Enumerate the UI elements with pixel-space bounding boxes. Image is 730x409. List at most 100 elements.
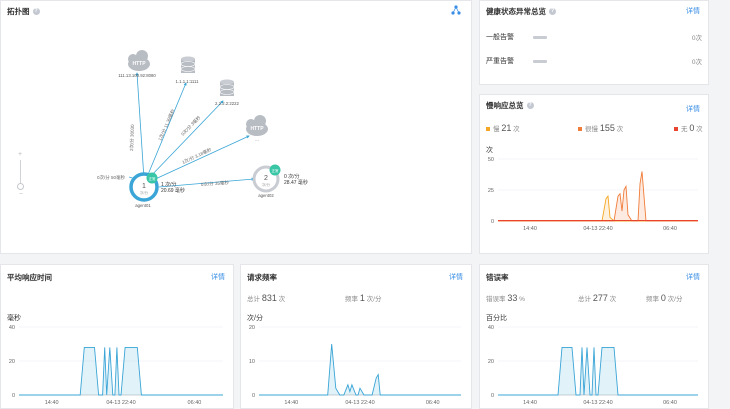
err-chart[interactable]: 40 20 0 14:40 04-13 22:40 06:40 xyxy=(482,323,704,409)
agent-node[interactable]: 2 次/分 正常 xyxy=(252,164,281,193)
edge-label: 1次/分 3.18毫秒 xyxy=(181,146,213,166)
health-row-value: 0次 xyxy=(691,35,702,42)
agent-time: 20.69 毫秒 xyxy=(161,187,185,194)
slow-legend-item[interactable]: 慢 21 次 xyxy=(486,123,520,133)
legend-swatch xyxy=(674,127,678,132)
legend-name: 慢 xyxy=(493,126,500,133)
legend-unit: 次 xyxy=(696,126,703,133)
x-tick-label: 06:40 xyxy=(663,226,677,232)
y-tick-label: 0 xyxy=(491,219,494,225)
x-tick-label: 06:40 xyxy=(663,400,677,406)
edge-label: 2次/分 30030 xyxy=(128,124,136,151)
series-area xyxy=(498,171,698,221)
edge-label: 1次/分 11.39毫秒 xyxy=(156,108,176,142)
database-icon[interactable] xyxy=(180,56,196,74)
err-rate: 错误率 33 % xyxy=(486,293,525,303)
err-freq-value: 0 xyxy=(660,293,666,303)
err-freq-label: 频率 xyxy=(646,296,659,303)
health-title-wrap: 健康状态异常总览 ? xyxy=(486,6,556,17)
series-line xyxy=(498,171,698,222)
req-detail-link[interactable]: 详情 xyxy=(449,272,463,282)
slow-legend-item[interactable]: 很慢 155 次 xyxy=(578,123,623,133)
series-line xyxy=(498,346,698,396)
slow-chart[interactable]: 50 25 0 14:40 04-13 22:40 06:40 xyxy=(482,155,704,235)
edge-line xyxy=(135,72,145,180)
agent-node[interactable]: 1 次/分 正常 xyxy=(129,172,159,202)
legend-value: 21 xyxy=(501,123,512,133)
req-rate-label: 频率 xyxy=(345,296,358,303)
health-row-value: 0次 xyxy=(691,59,702,66)
y-tick-label: 0 xyxy=(12,393,15,399)
topology-graph: 2次/分 30030 1次/分 11.39毫秒 0次/分 3毫秒 1次/分 3.… xyxy=(97,50,308,208)
avg-chart[interactable]: 40 20 0 14:40 04-13 22:40 06:40 xyxy=(3,323,229,409)
err-title: 错误率 xyxy=(486,273,509,282)
edge-label: 0次/分 35毫秒 xyxy=(201,179,230,188)
x-tick-label: 04-13 22:40 xyxy=(583,226,612,232)
x-tick-label: 04-13 22:40 xyxy=(345,400,374,406)
node-label: HTTP xyxy=(250,126,264,132)
slow-legend-item[interactable]: 无 0 次 xyxy=(674,123,703,133)
err-card: 错误率 详情 错误率 33 % 总计 277 次 频率 0 次/分 百分比 40… xyxy=(479,264,709,409)
series-line xyxy=(498,195,698,222)
agent-status-badge: 正常 xyxy=(149,176,156,181)
y-tick-label: 10 xyxy=(249,359,255,365)
series-area xyxy=(498,347,698,395)
legend-swatch xyxy=(578,127,582,132)
legend-name: 无 xyxy=(681,126,688,133)
req-chart[interactable]: 20 10 0 14:40 04-13 22:40 06:40 xyxy=(243,323,467,409)
node-address: ... xyxy=(255,137,259,142)
series-line xyxy=(259,343,461,396)
y-tick-label: 20 xyxy=(249,325,255,331)
node-label: HTTP xyxy=(132,61,146,67)
y-tick-label: 20 xyxy=(488,359,494,365)
series-line xyxy=(19,346,223,396)
topology-card: 拓扑图 ? + − 2次/分 30030 1次/分 11.39毫秒 0次/分 3… xyxy=(0,0,472,254)
req-rate-value: 1 xyxy=(359,293,365,303)
y-axis-unit: 毫秒 xyxy=(7,315,21,322)
req-total-value: 831 xyxy=(261,293,277,303)
http-cloud-icon[interactable]: HTTP xyxy=(128,50,150,71)
edge-label: 0次/分 50毫秒 xyxy=(97,174,126,181)
slow-card: 慢响应总览 ? 详情 慢 21 次 很慢 155 次 无 0 次 次 50 25 0… xyxy=(479,94,709,254)
agent-name: agent01 xyxy=(135,203,151,208)
x-tick-label: 14:40 xyxy=(45,400,59,406)
node-address: 1.1.1.1:1111 xyxy=(176,79,200,84)
agent-calls: 0 次/分 xyxy=(284,173,300,180)
req-card: 请求频率 详情 总计 831 次 频率 1 次/分 次/分 20 10 0 14:40… xyxy=(240,264,472,409)
err-rate-unit: % xyxy=(519,296,525,303)
err-rate-label: 错误率 xyxy=(486,296,506,303)
req-rate: 频率 1 次/分 xyxy=(345,293,381,303)
agent-unit: 次/分 xyxy=(262,182,270,187)
y-tick-label: 25 xyxy=(488,188,494,194)
err-total-label: 总计 xyxy=(578,296,591,303)
health-row-bar xyxy=(533,36,547,39)
legend-value: 0 xyxy=(689,123,695,133)
y-tick-label: 20 xyxy=(9,359,15,365)
x-tick-label: 04-13 22:40 xyxy=(106,400,135,406)
http-cloud-icon[interactable]: HTTP xyxy=(246,115,268,136)
req-title: 请求频率 xyxy=(247,273,277,282)
req-total: 总计 831 次 xyxy=(247,293,285,303)
slow-detail-link[interactable]: 详情 xyxy=(686,104,700,114)
req-total-unit: 次 xyxy=(278,296,286,303)
node-address: 2.2.2.2:2222 xyxy=(215,101,240,106)
health-row: 一般告警 0次 xyxy=(486,32,702,42)
health-card: 健康状态异常总览 ? 详情 一般告警 0次 严重告警 0次 xyxy=(479,0,709,85)
avg-title-wrap: 平均响应时间 xyxy=(7,272,52,283)
health-detail-link[interactable]: 详情 xyxy=(686,6,700,16)
legend-swatch xyxy=(486,127,490,132)
req-total-label: 总计 xyxy=(247,296,260,303)
avg-card: 平均响应时间 详情 毫秒 40 20 0 14:40 04-13 22:40 06:40 xyxy=(0,264,234,409)
agent-name: agent02 xyxy=(258,193,274,198)
help-icon[interactable]: ? xyxy=(526,102,534,109)
err-title-wrap: 错误率 xyxy=(486,272,509,283)
series-area xyxy=(498,196,698,221)
err-detail-link[interactable]: 详情 xyxy=(686,272,700,282)
avg-detail-link[interactable]: 详情 xyxy=(211,272,225,282)
health-row-label: 一般告警 xyxy=(486,34,514,41)
help-icon[interactable]: ? xyxy=(549,8,556,15)
err-total-unit: 次 xyxy=(609,296,617,303)
health-row-bar xyxy=(533,60,547,63)
x-tick-label: 14:40 xyxy=(523,400,537,406)
database-icon[interactable] xyxy=(219,79,235,97)
